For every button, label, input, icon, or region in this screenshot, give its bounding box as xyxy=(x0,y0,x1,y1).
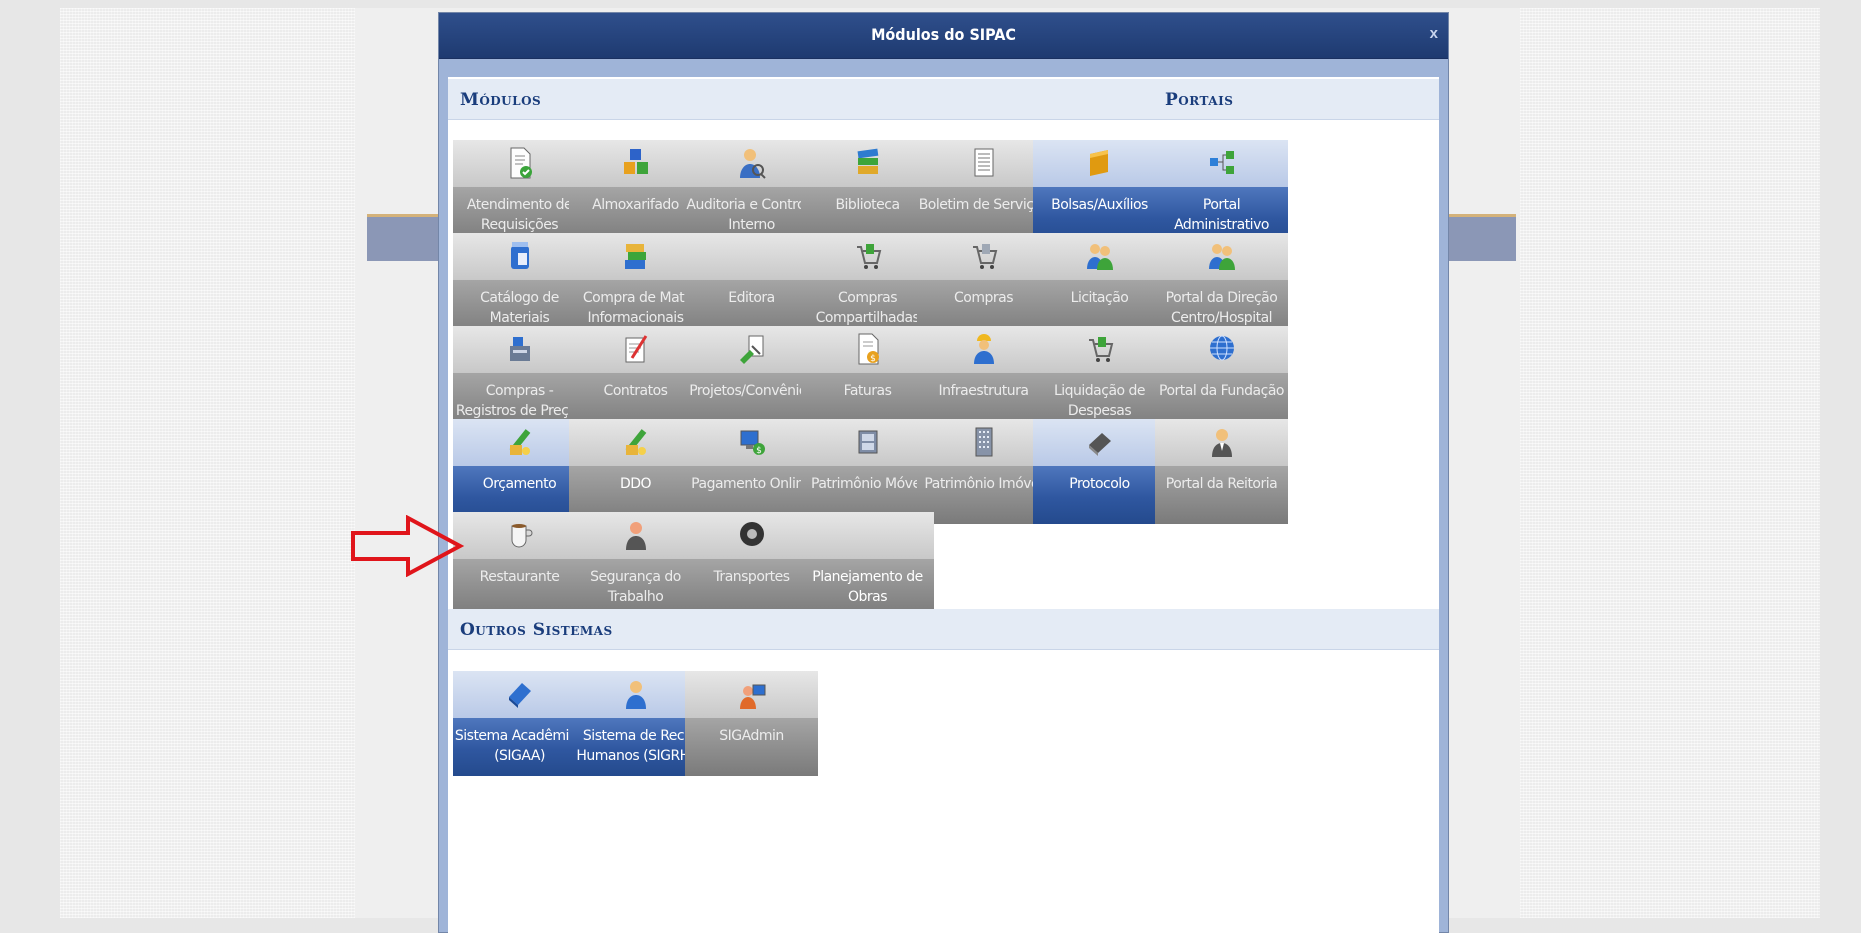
worker-icon xyxy=(973,334,994,364)
module-ddo[interactable]: DDO xyxy=(569,419,702,524)
module-boletim-servicos[interactable]: Boletim de Serviços xyxy=(917,140,1050,245)
contract-pencil-icon xyxy=(625,335,647,363)
shopping-cart-icon xyxy=(1088,337,1113,362)
svg-text:$: $ xyxy=(756,446,762,456)
network-icon xyxy=(1209,151,1234,174)
building-icon xyxy=(975,427,992,457)
admin-computer-icon xyxy=(739,684,765,709)
background-panel-left xyxy=(60,8,355,918)
book-icon xyxy=(1088,433,1111,456)
page-menu-bar-left xyxy=(367,214,447,261)
person-icon xyxy=(1211,429,1232,457)
money-chart-icon xyxy=(509,429,530,455)
system-sigrh[interactable]: Sistema de Rec. Humanos (SIGRH) xyxy=(569,671,702,776)
system-sigaa[interactable]: Sistema Acadêmico (SIGAA) xyxy=(453,671,586,776)
portal-fundacao[interactable]: Portal da Fundação xyxy=(1155,326,1288,431)
module-almoxarifado[interactable]: Almoxarifado xyxy=(569,140,702,245)
users-icon xyxy=(1208,244,1235,270)
module-liquidacao-despesas[interactable]: Liquidação de Despesas xyxy=(1033,326,1166,431)
module-contratos[interactable]: Contratos xyxy=(569,326,702,431)
module-bolsas-auxilios[interactable]: Bolsas/Auxílios xyxy=(1033,140,1166,245)
modules-modal: Módulos do SIPAC x Módulos Portais Atend… xyxy=(438,12,1449,933)
close-button[interactable]: x xyxy=(1430,25,1438,42)
module-projetos-convenios[interactable]: Projetos/Convênios xyxy=(685,326,818,431)
money-chart-icon xyxy=(625,429,646,455)
books-stack-icon xyxy=(624,244,646,269)
module-compras[interactable]: Compras xyxy=(917,233,1050,338)
module-transportes[interactable]: Transportes xyxy=(685,512,818,617)
module-protocolo[interactable]: Protocolo xyxy=(1033,419,1166,524)
users-icon xyxy=(1086,244,1113,270)
page-menu-bar-right xyxy=(1444,214,1516,261)
project-documents-icon xyxy=(739,335,763,364)
books-icon xyxy=(857,148,878,174)
computer-payment-icon: $ xyxy=(740,430,765,456)
module-pagamento-online[interactable]: $ Pagamento Online xyxy=(685,419,818,524)
catalog-jar-icon xyxy=(510,242,529,269)
cabinet-icon xyxy=(858,430,877,454)
module-compras-compartilhadas[interactable]: Compras Compartilhadas xyxy=(801,233,934,338)
modal-content: Módulos Portais Atendimento de Requisiçõ… xyxy=(448,77,1439,933)
red-arrow-annotation-icon xyxy=(351,515,465,577)
svg-text:$: $ xyxy=(870,354,876,364)
invoice-icon: $ xyxy=(858,333,879,365)
module-patrimonio-movel[interactable]: Patrimônio Móvel xyxy=(801,419,934,524)
module-faturas[interactable]: $ Faturas xyxy=(801,326,934,431)
modules-section-header: Módulos Portais xyxy=(448,79,1439,120)
module-restaurante[interactable]: Restaurante xyxy=(453,512,586,617)
system-sigadmin[interactable]: SIGAdmin xyxy=(685,671,818,776)
shopping-cart-icon xyxy=(972,244,997,269)
module-catalogo-materiais[interactable]: Catálogo de Materiais xyxy=(453,233,586,338)
module-biblioteca[interactable]: Biblioteca xyxy=(801,140,934,245)
portals-section-title: Portais xyxy=(1165,90,1234,110)
modal-titlebar: Módulos do SIPAC x xyxy=(439,13,1448,59)
portal-administrativo[interactable]: Portal Administrativo xyxy=(1155,140,1288,245)
cash-register-icon xyxy=(509,337,530,361)
module-atendimento-requisicoes[interactable]: Atendimento de Requisições xyxy=(453,140,586,245)
person-icon xyxy=(625,681,646,709)
module-seguranca-trabalho[interactable]: Segurança do Trabalho xyxy=(569,512,702,617)
module-editora[interactable]: Editora xyxy=(685,233,818,338)
other-systems-section-title: Outros Sistemas xyxy=(460,620,613,640)
background-panel-right xyxy=(1520,8,1820,918)
tire-icon xyxy=(739,522,764,546)
auditor-magnifier-icon xyxy=(739,149,766,179)
safety-worker-icon xyxy=(625,522,646,550)
modules-section-title: Módulos xyxy=(460,90,542,110)
module-licitacao[interactable]: Licitação xyxy=(1033,233,1166,338)
document-check-icon xyxy=(510,147,532,179)
module-compras-registros-precos[interactable]: Compras - Registros de Preços xyxy=(453,326,586,431)
portal-reitoria[interactable]: Portal da Reitoria xyxy=(1155,419,1288,524)
blue-book-icon xyxy=(508,683,531,708)
cubes-icon xyxy=(623,149,648,174)
module-compra-mat-informacionais[interactable]: Compra de Mat. Informacionais xyxy=(569,233,702,338)
modal-title: Módulos do SIPAC xyxy=(871,25,1016,44)
module-infraestrutura[interactable]: Infraestrutura xyxy=(917,326,1050,431)
other-systems-section-header: Outros Sistemas xyxy=(448,609,1439,650)
module-planejamento-obras[interactable]: Planejamento de Obras xyxy=(801,512,934,617)
document-list-icon xyxy=(974,148,993,177)
module-patrimonio-imovel[interactable]: Patrimônio Imóvel xyxy=(917,419,1050,524)
globe-icon xyxy=(1209,335,1234,361)
coffee-cup-icon xyxy=(511,524,532,548)
folder-icon xyxy=(1089,150,1108,176)
module-auditoria[interactable]: Auditoria e Controle Interno xyxy=(685,140,818,245)
portal-direcao-centro-hospital[interactable]: Portal da Direção Centro/Hospital xyxy=(1155,233,1288,338)
module-orcamento[interactable]: Orçamento xyxy=(453,419,586,524)
shopping-cart-icon xyxy=(856,244,881,269)
